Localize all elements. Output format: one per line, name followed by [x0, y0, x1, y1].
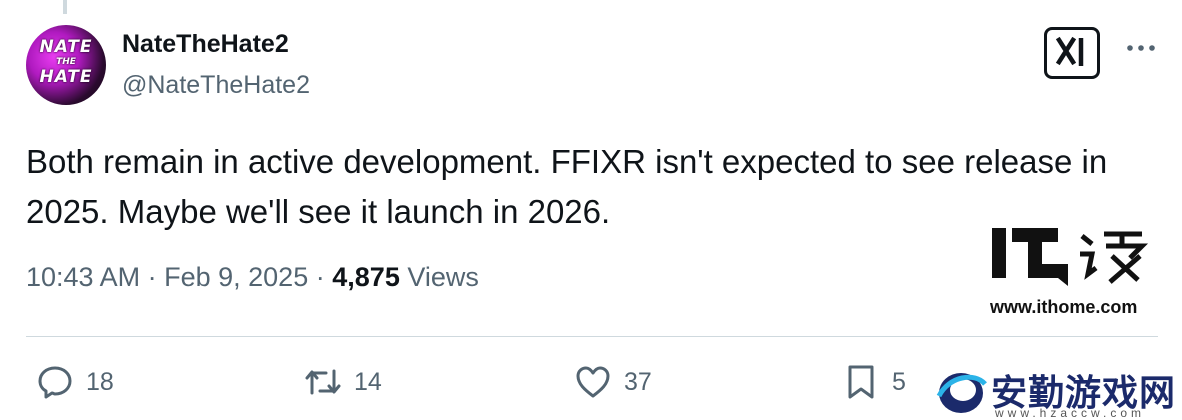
bookmark-icon	[848, 365, 874, 399]
site-watermark: 安勤游戏网 www.hzaccw.com	[935, 364, 1175, 420]
views-count: 4,875	[332, 262, 400, 292]
author-handle[interactable]: @NateTheHate2	[122, 71, 310, 100]
site-watermark-logo	[936, 373, 987, 413]
like-count: 37	[624, 367, 652, 396]
repost-button[interactable]: 14	[304, 362, 382, 402]
avatar-logo-text: NATE THE HATE	[39, 37, 93, 87]
bookmark-count: 5	[892, 367, 906, 396]
views-label: Views	[407, 262, 479, 292]
ithome-watermark-url: www.ithome.com	[990, 297, 1138, 317]
reply-count: 18	[86, 367, 114, 396]
author-display-name[interactable]: NateTheHate2	[122, 30, 289, 59]
meta-separator: ·	[315, 262, 325, 292]
tweet-date[interactable]: Feb 9, 2025	[164, 262, 308, 292]
tweet-text: Both remain in active development. FFIXR…	[26, 143, 1108, 230]
like-button[interactable]: 37	[574, 362, 652, 402]
bookmark-button[interactable]: 5	[842, 362, 906, 402]
repost-count: 14	[354, 367, 382, 396]
site-watermark-url: www.hzaccw.com	[995, 406, 1146, 420]
tweet-meta: 10:43 AM · Feb 9, 2025 · 4,875 Views	[26, 262, 479, 293]
like-icon	[576, 366, 610, 398]
meta-separator: ·	[147, 262, 157, 292]
ithome-logo	[992, 228, 1149, 286]
grok-button[interactable]	[1044, 27, 1100, 79]
grok-icon	[1055, 36, 1084, 66]
thread-connector-line	[63, 0, 67, 14]
more-icon[interactable]	[1124, 38, 1158, 58]
action-bar-divider	[26, 336, 1158, 337]
reply-button[interactable]: 18	[36, 362, 114, 402]
tweet-time[interactable]: 10:43 AM	[26, 262, 140, 292]
reply-icon	[38, 366, 72, 399]
avatar[interactable]: NATE THE HATE	[26, 25, 106, 105]
repost-icon	[305, 369, 341, 395]
